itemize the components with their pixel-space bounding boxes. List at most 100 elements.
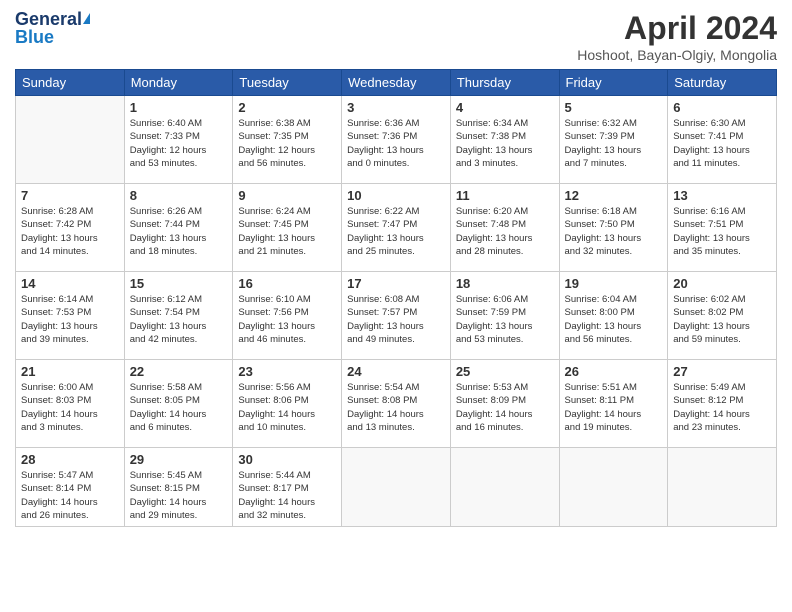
table-row [450, 448, 559, 527]
day-number: 2 [238, 100, 336, 115]
day-number: 20 [673, 276, 771, 291]
day-number: 28 [21, 452, 119, 467]
day-number: 12 [565, 188, 663, 203]
header: General Blue April 2024 Hoshoot, Bayan-O… [15, 10, 777, 63]
table-row: 11 Sunrise: 6:20 AM Sunset: 7:48 PM Dayli… [450, 184, 559, 272]
day-number: 30 [238, 452, 336, 467]
day-number: 14 [21, 276, 119, 291]
day-number: 6 [673, 100, 771, 115]
day-info: Sunrise: 6:02 AM Sunset: 8:02 PM Dayligh… [673, 293, 771, 346]
day-info: Sunrise: 6:04 AM Sunset: 8:00 PM Dayligh… [565, 293, 663, 346]
table-row: 18 Sunrise: 6:06 AM Sunset: 7:59 PM Dayli… [450, 272, 559, 360]
day-info: Sunrise: 5:54 AM Sunset: 8:08 PM Dayligh… [347, 381, 445, 434]
table-row: 8Sunrise: 6:26 AM Sunset: 7:44 PM Daylig… [124, 184, 233, 272]
table-row: 29 Sunrise: 5:45 AM Sunset: 8:15 PM Dayli… [124, 448, 233, 527]
table-row: 16 Sunrise: 6:10 AM Sunset: 7:56 PM Dayli… [233, 272, 342, 360]
day-info: Sunrise: 5:53 AM Sunset: 8:09 PM Dayligh… [456, 381, 554, 434]
title-block: April 2024 Hoshoot, Bayan-Olgiy, Mongoli… [577, 10, 777, 63]
day-number: 22 [130, 364, 228, 379]
week-row-3: 14 Sunrise: 6:14 AM Sunset: 7:53 PM Dayli… [16, 272, 777, 360]
day-number: 18 [456, 276, 554, 291]
day-info: Sunrise: 5:45 AM Sunset: 8:15 PM Dayligh… [130, 469, 228, 522]
table-row: 28 Sunrise: 5:47 AM Sunset: 8:14 PM Dayli… [16, 448, 125, 527]
day-number: 1 [130, 100, 228, 115]
day-info: Sunrise: 6:40 AM Sunset: 7:33 PM Dayligh… [130, 117, 228, 170]
day-number: 4 [456, 100, 554, 115]
week-row-2: 7 Sunrise: 6:28 AM Sunset: 7:42 PM Daylig… [16, 184, 777, 272]
table-row [16, 96, 125, 184]
day-number: 21 [21, 364, 119, 379]
day-number: 11 [456, 188, 554, 203]
table-row [668, 448, 777, 527]
table-row: 9 Sunrise: 6:24 AM Sunset: 7:45 PM Daylig… [233, 184, 342, 272]
table-row: 26 Sunrise: 5:51 AM Sunset: 8:11 PM Dayli… [559, 360, 668, 448]
day-info: Sunrise: 6:22 AM Sunset: 7:47 PM Dayligh… [347, 205, 445, 258]
table-row: 22Sunrise: 5:58 AM Sunset: 8:05 PM Dayli… [124, 360, 233, 448]
calendar-page: General Blue April 2024 Hoshoot, Bayan-O… [0, 0, 792, 612]
day-info: Sunrise: 6:28 AM Sunset: 7:42 PM Dayligh… [21, 205, 119, 258]
col-monday: Monday [124, 70, 233, 96]
col-saturday: Saturday [668, 70, 777, 96]
day-info: Sunrise: 6:34 AM Sunset: 7:38 PM Dayligh… [456, 117, 554, 170]
day-number: 16 [238, 276, 336, 291]
day-number: 5 [565, 100, 663, 115]
day-info: Sunrise: 6:32 AM Sunset: 7:39 PM Dayligh… [565, 117, 663, 170]
calendar-header-row: Sunday Monday Tuesday Wednesday Thursday… [16, 70, 777, 96]
table-row [342, 448, 451, 527]
day-info: Sunrise: 6:14 AM Sunset: 7:53 PM Dayligh… [21, 293, 119, 346]
day-info: Sunrise: 5:56 AM Sunset: 8:06 PM Dayligh… [238, 381, 336, 434]
table-row: 19Sunrise: 6:04 AM Sunset: 8:00 PM Dayli… [559, 272, 668, 360]
table-row: 6 Sunrise: 6:30 AM Sunset: 7:41 PM Daylig… [668, 96, 777, 184]
table-row: 15Sunrise: 6:12 AM Sunset: 7:54 PM Dayli… [124, 272, 233, 360]
day-info: Sunrise: 6:38 AM Sunset: 7:35 PM Dayligh… [238, 117, 336, 170]
col-friday: Friday [559, 70, 668, 96]
day-info: Sunrise: 6:18 AM Sunset: 7:50 PM Dayligh… [565, 205, 663, 258]
week-row-4: 21 Sunrise: 6:00 AM Sunset: 8:03 PM Dayli… [16, 360, 777, 448]
table-row: 20 Sunrise: 6:02 AM Sunset: 8:02 PM Dayli… [668, 272, 777, 360]
table-row: 14 Sunrise: 6:14 AM Sunset: 7:53 PM Dayli… [16, 272, 125, 360]
day-info: Sunrise: 6:26 AM Sunset: 7:44 PM Dayligh… [130, 205, 228, 258]
day-number: 26 [565, 364, 663, 379]
week-row-5: 28 Sunrise: 5:47 AM Sunset: 8:14 PM Dayli… [16, 448, 777, 527]
day-number: 24 [347, 364, 445, 379]
day-number: 17 [347, 276, 445, 291]
day-info: Sunrise: 6:12 AM Sunset: 7:54 PM Dayligh… [130, 293, 228, 346]
logo: General Blue [15, 10, 90, 48]
day-info: Sunrise: 6:00 AM Sunset: 8:03 PM Dayligh… [21, 381, 119, 434]
table-row: 12 Sunrise: 6:18 AM Sunset: 7:50 PM Dayli… [559, 184, 668, 272]
day-info: Sunrise: 6:36 AM Sunset: 7:36 PM Dayligh… [347, 117, 445, 170]
day-number: 29 [130, 452, 228, 467]
table-row: 24 Sunrise: 5:54 AM Sunset: 8:08 PM Dayli… [342, 360, 451, 448]
table-row: 3 Sunrise: 6:36 AM Sunset: 7:36 PM Daylig… [342, 96, 451, 184]
day-number: 3 [347, 100, 445, 115]
table-row: 27Sunrise: 5:49 AM Sunset: 8:12 PM Dayli… [668, 360, 777, 448]
month-title: April 2024 [577, 10, 777, 47]
week-row-1: 1 Sunrise: 6:40 AM Sunset: 7:33 PM Daylig… [16, 96, 777, 184]
table-row: 21 Sunrise: 6:00 AM Sunset: 8:03 PM Dayli… [16, 360, 125, 448]
day-info: Sunrise: 6:16 AM Sunset: 7:51 PM Dayligh… [673, 205, 771, 258]
day-number: 9 [238, 188, 336, 203]
table-row: 25 Sunrise: 5:53 AM Sunset: 8:09 PM Dayli… [450, 360, 559, 448]
table-row: 5 Sunrise: 6:32 AM Sunset: 7:39 PM Daylig… [559, 96, 668, 184]
table-row: 2 Sunrise: 6:38 AM Sunset: 7:35 PM Daylig… [233, 96, 342, 184]
col-thursday: Thursday [450, 70, 559, 96]
table-row: 4 Sunrise: 6:34 AM Sunset: 7:38 PM Daylig… [450, 96, 559, 184]
day-info: Sunrise: 6:20 AM Sunset: 7:48 PM Dayligh… [456, 205, 554, 258]
col-sunday: Sunday [16, 70, 125, 96]
day-info: Sunrise: 6:30 AM Sunset: 7:41 PM Dayligh… [673, 117, 771, 170]
col-tuesday: Tuesday [233, 70, 342, 96]
day-info: Sunrise: 5:51 AM Sunset: 8:11 PM Dayligh… [565, 381, 663, 434]
day-number: 23 [238, 364, 336, 379]
day-number: 25 [456, 364, 554, 379]
table-row: 30Sunrise: 5:44 AM Sunset: 8:17 PM Dayli… [233, 448, 342, 527]
day-info: Sunrise: 6:24 AM Sunset: 7:45 PM Dayligh… [238, 205, 336, 258]
table-row [559, 448, 668, 527]
day-info: Sunrise: 6:06 AM Sunset: 7:59 PM Dayligh… [456, 293, 554, 346]
table-row: 1 Sunrise: 6:40 AM Sunset: 7:33 PM Daylig… [124, 96, 233, 184]
day-info: Sunrise: 6:08 AM Sunset: 7:57 PM Dayligh… [347, 293, 445, 346]
table-row: 23 Sunrise: 5:56 AM Sunset: 8:06 PM Dayli… [233, 360, 342, 448]
day-info: Sunrise: 6:10 AM Sunset: 7:56 PM Dayligh… [238, 293, 336, 346]
day-info: Sunrise: 5:47 AM Sunset: 8:14 PM Dayligh… [21, 469, 119, 522]
day-number: 7 [21, 188, 119, 203]
table-row: 17 Sunrise: 6:08 AM Sunset: 7:57 PM Dayli… [342, 272, 451, 360]
